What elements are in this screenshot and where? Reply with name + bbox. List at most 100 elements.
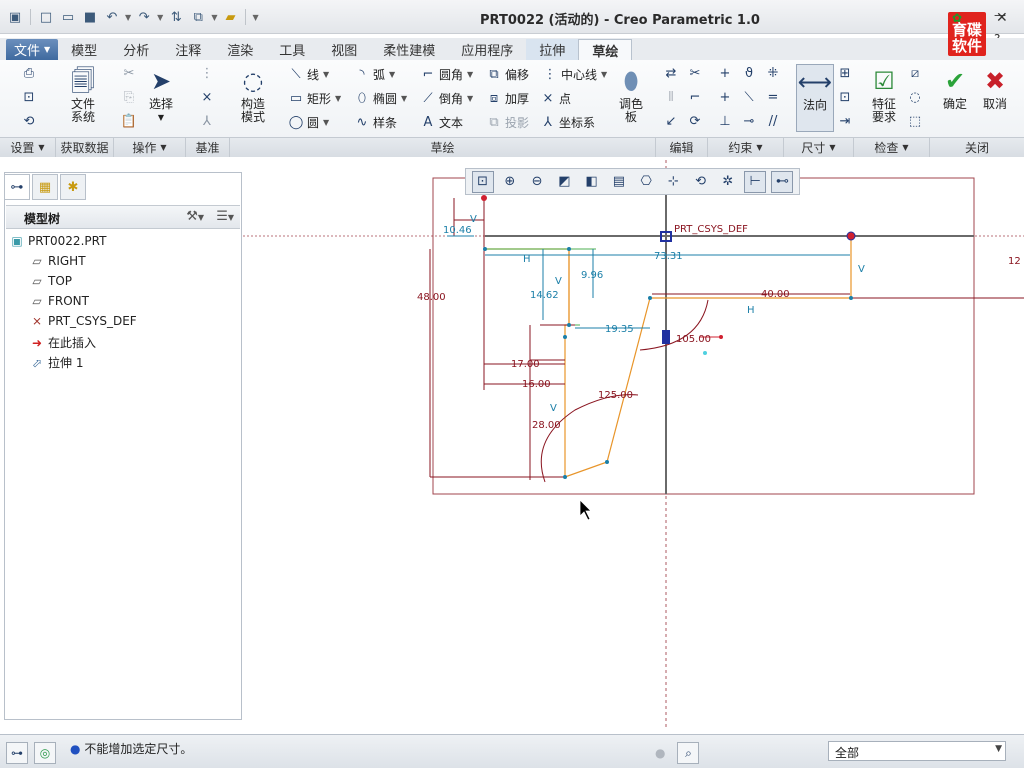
cancel-button[interactable]: ✖ 取消 <box>980 64 1010 111</box>
rectangle-button[interactable]: ▭ 矩形 ▼ <box>288 90 341 107</box>
circle-button[interactable]: ◯ 圆 ▼ <box>288 114 329 131</box>
paste-icon[interactable]: 📋 <box>120 114 138 129</box>
point-button[interactable]: × 点 <box>540 90 571 107</box>
find-icon[interactable]: ⌕ <box>677 742 700 764</box>
baseline-dim-icon[interactable]: ⇥ <box>836 114 854 129</box>
open-file-icon[interactable]: ▭ <box>59 8 77 26</box>
copy-icon[interactable]: ⎘ <box>120 90 138 105</box>
datum-csys-icon[interactable]: ⅄ <box>198 114 216 129</box>
modify-icon[interactable]: ⇄ <box>662 66 680 81</box>
annotation-display-icon[interactable]: ✲ <box>717 171 739 193</box>
horizontal-constraint-icon[interactable]: + <box>716 90 734 105</box>
tab-file[interactable]: 文件 ▼ <box>6 39 59 60</box>
chamfer-button[interactable]: ⟋ 倒角 ▼ <box>420 90 473 107</box>
undo-dropdown-icon[interactable]: ▼ <box>125 13 131 22</box>
constraint-display-icon[interactable]: ⊷ <box>771 170 794 193</box>
tab-model[interactable]: 模型 <box>58 39 110 60</box>
close-app-icon[interactable]: ✕ <box>996 10 1008 26</box>
sketch-view-icon[interactable]: ⎔ <box>635 171 657 193</box>
divide-icon[interactable]: ✂ <box>686 66 704 81</box>
offset-button[interactable]: ⧉ 偏移 <box>486 66 529 83</box>
dimension-display-icon[interactable]: ⊢ <box>744 170 767 193</box>
tab-annotate[interactable]: 注释 <box>162 39 214 60</box>
tree-item-part[interactable]: ▣ PRT0022.PRT <box>8 234 106 248</box>
group-dimension[interactable]: 尺寸 ▼ <box>784 138 854 157</box>
corner-icon[interactable]: ⌐ <box>686 90 704 105</box>
sketch-view-icon[interactable]: ⟲ <box>20 114 38 129</box>
new-file-icon[interactable]: □ <box>37 8 55 26</box>
datum-centerline-icon[interactable]: ⋮ <box>198 66 216 81</box>
tab-applications[interactable]: 应用程序 <box>448 39 526 60</box>
feature-requirements-button[interactable]: ☑ 特征 要求 <box>866 64 902 124</box>
saved-views-icon[interactable]: ▤ <box>608 171 630 193</box>
rotate-resize-icon[interactable]: ⟳ <box>686 114 704 129</box>
ellipse-button[interactable]: ⬯ 椭圆 ▼ <box>354 90 407 107</box>
arc-button[interactable]: ◝ 弧 ▼ <box>354 66 395 83</box>
tab-analysis[interactable]: 分析 <box>110 39 162 60</box>
sketch-svg[interactable]: PRT_CSYS_DEF 10.46 73.31 9.96 14.62 40.0… <box>243 160 1024 730</box>
tab-tools[interactable]: 工具 <box>266 39 318 60</box>
ok-button[interactable]: ✔ 确定 <box>940 64 970 111</box>
undo-icon[interactable]: ↶ <box>103 8 121 26</box>
zoom-in-icon[interactable]: ⊕ <box>499 171 521 193</box>
tree-item-insert-here[interactable]: ➜ 在此插入 <box>28 334 96 351</box>
tab-render[interactable]: 渲染 <box>214 39 266 60</box>
midpoint-constraint-icon[interactable]: ⟍ <box>740 90 758 105</box>
equal-constraint-icon[interactable]: = <box>764 90 782 105</box>
spline-button[interactable]: ∿ 样条 <box>354 114 397 131</box>
coordinate-system-button[interactable]: ⅄ 坐标系 <box>540 114 595 131</box>
shade-closed-loops-icon[interactable]: ⬚ <box>906 114 924 129</box>
sketch-setup-icon[interactable]: ⎙ <box>20 66 38 81</box>
tab-view[interactable]: 视图 <box>318 39 370 60</box>
redo-icon[interactable]: ↷ <box>135 8 153 26</box>
perpendicular-constraint-icon[interactable]: ⊥ <box>716 114 734 129</box>
coincident-constraint-icon[interactable]: ⊸ <box>740 114 758 129</box>
construction-mode-button[interactable]: ◌ 构造 模式 <box>236 64 270 124</box>
folder-browser-tab-icon[interactable]: ▦ <box>32 174 58 200</box>
tangent-constraint-icon[interactable]: ϑ <box>740 66 758 81</box>
tree-item-csys[interactable]: ⨯ PRT_CSYS_DEF <box>28 314 137 328</box>
highlight-open-ends-icon[interactable]: ◌ <box>906 90 924 105</box>
tree-item-front[interactable]: ▱ FRONT <box>28 294 89 308</box>
settings-icon[interactable]: ⚒ <box>186 209 198 224</box>
close-window-icon[interactable]: ▰ <box>221 8 239 26</box>
window-dropdown-icon[interactable]: ▼ <box>211 13 217 22</box>
vertical-constraint-icon[interactable]: + <box>716 66 734 81</box>
redo-dropdown-icon[interactable]: ▼ <box>157 13 163 22</box>
tab-sketch[interactable]: 草绘 <box>578 39 633 60</box>
palette-button[interactable]: ⬮ 调色 板 <box>614 64 648 124</box>
display-style-icon[interactable]: ◧ <box>581 171 603 193</box>
centerline-button[interactable]: ⋮ 中心线 ▼ <box>542 66 608 83</box>
project-button[interactable]: ⧉ 投影 <box>486 114 529 131</box>
app-icon[interactable]: ▣ <box>6 8 24 26</box>
selection-filter[interactable]: 全部 ▼ <box>828 741 1006 761</box>
spin-center-icon[interactable]: ⟲ <box>690 171 712 193</box>
select-button[interactable]: ➤ 选择 ▼ <box>146 64 176 124</box>
browser-icon[interactable]: ◎ <box>34 742 56 764</box>
refit-icon[interactable]: ⊡ <box>471 170 494 193</box>
cut-icon[interactable]: ✂ <box>120 66 138 81</box>
mirror-icon[interactable]: ⫴ <box>662 90 680 105</box>
line-button[interactable]: ⟍ 线 ▼ <box>288 66 329 83</box>
save-icon[interactable]: ■ <box>81 8 99 26</box>
datum-display-icon[interactable]: ⊹ <box>662 171 684 193</box>
group-operations[interactable]: 操作 ▼ <box>114 138 186 157</box>
tree-item-extrude[interactable]: ⬀ 拉伸 1 <box>28 354 83 371</box>
graphics-window[interactable]: PRT_CSYS_DEF 10.46 73.31 9.96 14.62 40.0… <box>243 160 1024 730</box>
toggle-navigator-icon[interactable]: ⊶ <box>6 742 28 764</box>
reference-dim-icon[interactable]: ⊡ <box>836 90 854 105</box>
normal-dimension-button[interactable]: ⟷ 法向 <box>796 64 834 132</box>
symmetric-constraint-icon[interactable]: ⁜ <box>764 66 782 81</box>
tree-item-top[interactable]: ▱ TOP <box>28 274 72 288</box>
tree-item-right[interactable]: ▱ RIGHT <box>28 254 85 268</box>
fillet-button[interactable]: ⌐ 圆角 ▼ <box>420 66 474 83</box>
overlapping-geometry-icon[interactable]: ⧄ <box>906 66 924 81</box>
delete-segment-icon[interactable]: ↙ <box>662 114 680 129</box>
model-tree-tab-icon[interactable]: ⊶ <box>4 174 30 200</box>
datum-point-icon[interactable]: × <box>198 90 216 105</box>
zoom-out-icon[interactable]: ⊖ <box>526 171 548 193</box>
window-icon[interactable]: ⧉ <box>189 8 207 26</box>
text-button[interactable]: A 文本 <box>420 114 463 131</box>
perimeter-dim-icon[interactable]: ⊞ <box>836 66 854 81</box>
file-system-button[interactable]: 🗐 文件 系统 <box>66 64 100 124</box>
